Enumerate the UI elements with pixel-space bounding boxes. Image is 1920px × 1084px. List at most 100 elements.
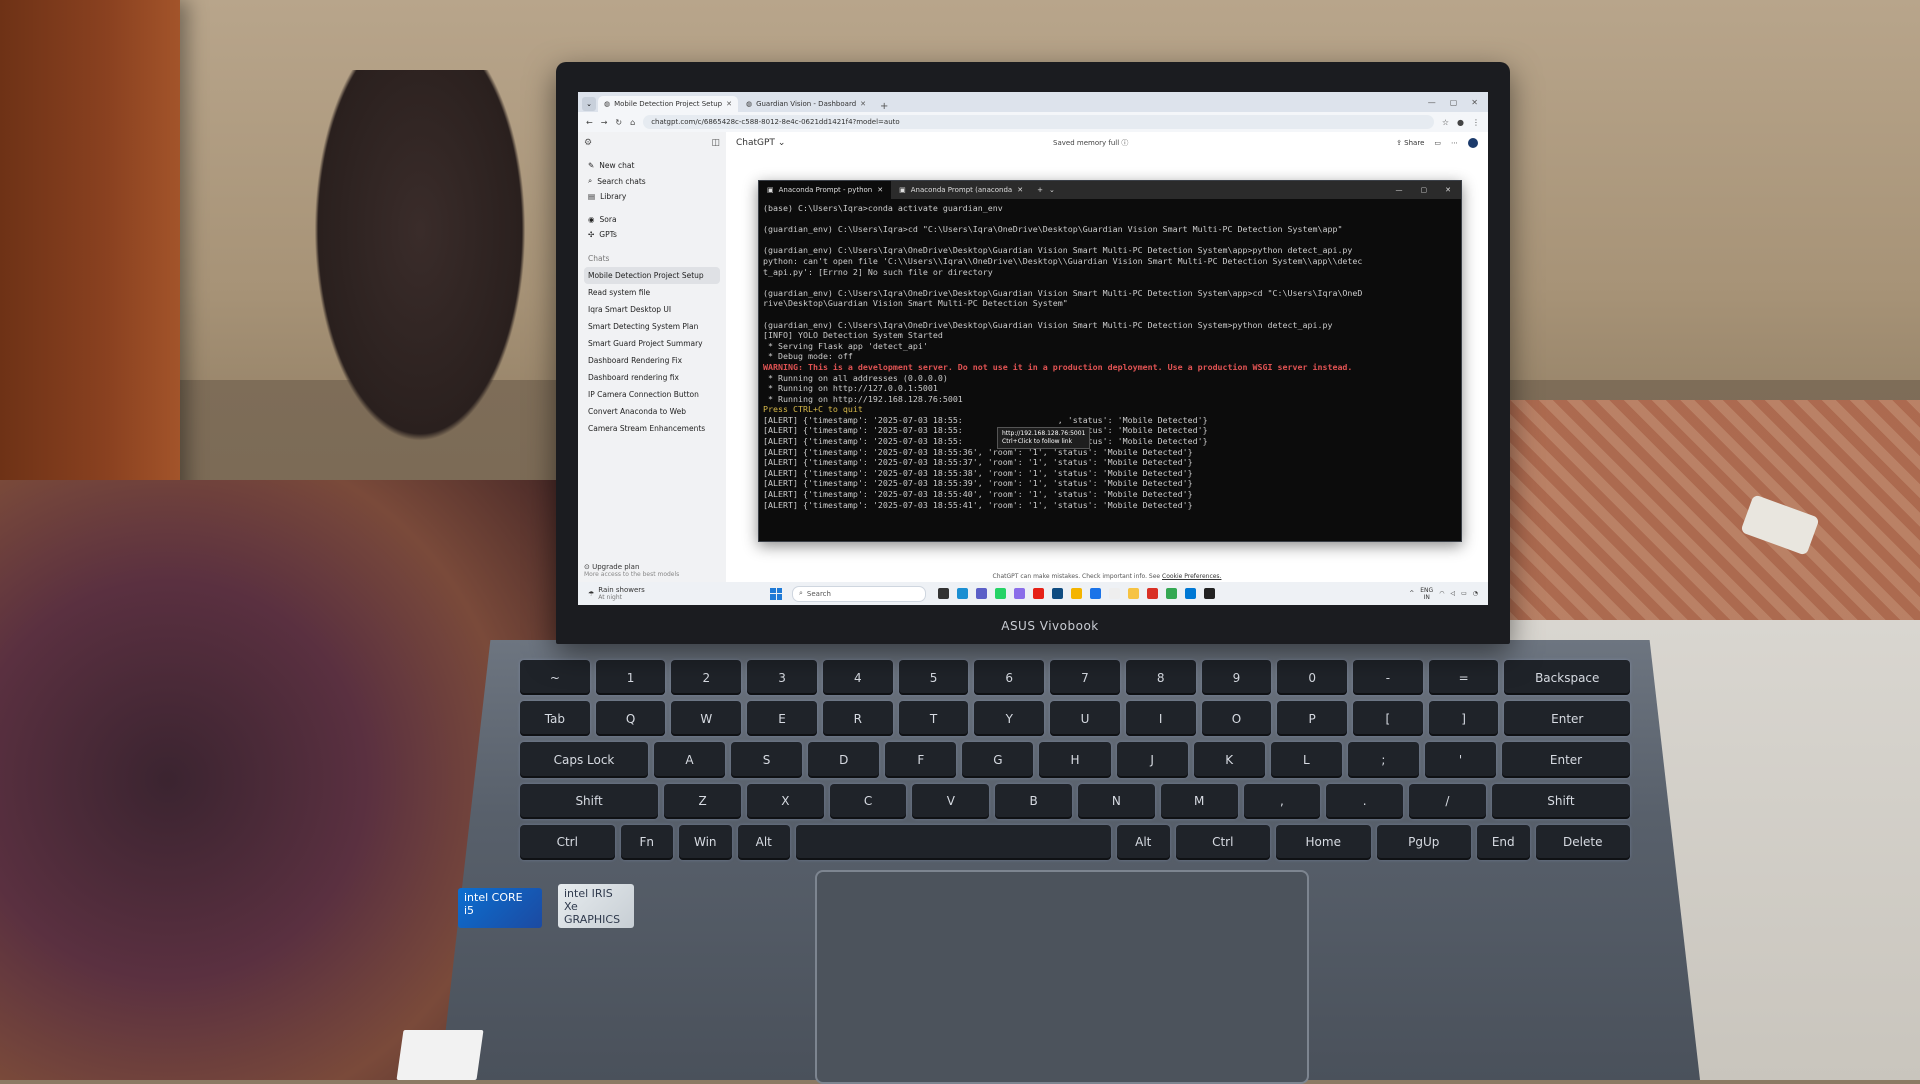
- keyboard-key[interactable]: -: [1353, 660, 1423, 696]
- keyboard-key[interactable]: O: [1201, 701, 1272, 737]
- notification-bell-icon[interactable]: ◔: [1473, 590, 1478, 597]
- file-explorer-icon[interactable]: [1128, 588, 1139, 599]
- keyboard-key[interactable]: J: [1116, 742, 1188, 778]
- keyboard-key[interactable]: 3: [747, 660, 817, 696]
- keyboard-key[interactable]: W: [671, 701, 742, 737]
- keyboard-key[interactable]: PgUp: [1376, 824, 1471, 860]
- youtube-icon[interactable]: [1033, 588, 1044, 599]
- avatar[interactable]: [1468, 138, 1478, 148]
- search-chats-button[interactable]: ⌕ Search chats: [584, 173, 720, 189]
- keyboard-key[interactable]: Win: [679, 824, 732, 860]
- keyboard-key[interactable]: Q: [595, 701, 666, 737]
- tab-search-dropdown-icon[interactable]: ⌄: [582, 97, 596, 111]
- minimize-icon[interactable]: —: [1396, 186, 1403, 194]
- keyboard-key[interactable]: A: [653, 742, 726, 778]
- sidebar-chat-item[interactable]: Iqra Smart Desktop UI: [584, 301, 720, 318]
- edge-icon[interactable]: [957, 588, 968, 599]
- close-window-icon[interactable]: ✕: [1445, 186, 1451, 194]
- upgrade-plan-button[interactable]: ⊙ Upgrade plan More access to the best m…: [584, 563, 679, 578]
- keyboard-key[interactable]: S: [731, 742, 803, 778]
- keyboard-key[interactable]: Enter: [1504, 701, 1630, 737]
- sidebar-chat-item[interactable]: Mobile Detection Project Setup: [584, 267, 720, 284]
- back-icon[interactable]: ←: [586, 118, 593, 127]
- keyboard-key[interactable]: Ctrl: [520, 824, 615, 860]
- battery-icon[interactable]: ▭: [1461, 590, 1467, 597]
- store-icon[interactable]: [1052, 588, 1063, 599]
- openai-logo-icon[interactable]: ⚙: [584, 138, 592, 148]
- app-icon[interactable]: [1109, 588, 1120, 599]
- keyboard-key[interactable]: ,: [1243, 783, 1321, 819]
- wifi-icon[interactable]: ◠: [1439, 590, 1444, 597]
- reload-icon[interactable]: ↻: [615, 118, 622, 127]
- terminal-dropdown-icon[interactable]: ⌄: [1049, 186, 1055, 194]
- keyboard-key[interactable]: L: [1270, 742, 1342, 778]
- chrome-icon[interactable]: [1071, 588, 1082, 599]
- keyboard-key[interactable]: H: [1039, 742, 1111, 778]
- keyboard-key[interactable]: M: [1160, 783, 1238, 819]
- keyboard-key[interactable]: E: [747, 701, 817, 737]
- keyboard-key[interactable]: F: [885, 742, 957, 778]
- terminal-tab-python[interactable]: ▣ Anaconda Prompt - python ✕: [759, 181, 892, 199]
- keyboard-key[interactable]: Ctrl: [1175, 824, 1270, 860]
- keyboard-key[interactable]: End: [1477, 824, 1530, 860]
- keyboard-key[interactable]: N: [1077, 783, 1155, 819]
- keyboard-key[interactable]: P: [1277, 701, 1348, 737]
- toggle-sidebar-icon[interactable]: ◫: [711, 138, 720, 148]
- keyboard-key[interactable]: Y: [974, 701, 1045, 737]
- minimize-icon[interactable]: —: [1428, 98, 1436, 107]
- windows-start-icon[interactable]: [770, 587, 782, 600]
- close-tab-icon[interactable]: ✕: [860, 100, 866, 108]
- keyboard-key[interactable]: /: [1409, 783, 1486, 819]
- chevron-up-icon[interactable]: ^: [1409, 590, 1414, 597]
- taskbar-search[interactable]: ⌕ Search: [792, 585, 926, 602]
- keyboard-key[interactable]: V: [912, 783, 990, 819]
- gpts-button[interactable]: ✣ GPTs: [584, 227, 720, 242]
- keyboard-key[interactable]: Enter: [1502, 742, 1630, 778]
- keyboard-key[interactable]: X: [746, 783, 824, 819]
- keyboard-key[interactable]: Tab: [520, 701, 590, 737]
- keyboard-key[interactable]: 5: [898, 660, 969, 696]
- memory-status[interactable]: Saved memory full ⓘ: [1053, 138, 1128, 148]
- terminal-tab-anaconda[interactable]: ▣ Anaconda Prompt (anaconda ✕: [891, 181, 1031, 199]
- cookie-preferences-link[interactable]: Cookie Preferences.: [1162, 573, 1221, 580]
- touchpad[interactable]: [815, 870, 1309, 1084]
- sidebar-chat-item[interactable]: Dashboard rendering fix: [584, 369, 720, 386]
- tab-guardian-dashboard[interactable]: ◍ Guardian Vision - Dashboard ✕: [740, 96, 872, 112]
- sidebar-chat-item[interactable]: Convert Anaconda to Web: [584, 403, 720, 420]
- speaker-icon[interactable]: ◁: [1450, 590, 1455, 597]
- keyboard-key[interactable]: 9: [1201, 660, 1272, 696]
- keyboard-key[interactable]: =: [1428, 660, 1499, 696]
- home-icon[interactable]: ⌂: [630, 118, 635, 127]
- keyboard-key[interactable]: [796, 824, 1111, 860]
- library-button[interactable]: ▤ Library: [584, 189, 720, 204]
- more-options-icon[interactable]: ⋯: [1451, 139, 1458, 147]
- keyboard-key[interactable]: Alt: [737, 824, 790, 860]
- close-tab-icon[interactable]: ✕: [1017, 186, 1023, 194]
- whatsapp-icon[interactable]: [995, 588, 1006, 599]
- keyboard-key[interactable]: 8: [1125, 660, 1196, 696]
- keyboard-key[interactable]: D: [808, 742, 880, 778]
- keyboard-key[interactable]: 2: [671, 660, 742, 696]
- sidebar-chat-item[interactable]: Smart Guard Project Summary: [584, 335, 720, 352]
- share-button[interactable]: ⇪ Share: [1396, 139, 1424, 147]
- sidebar-chat-item[interactable]: Dashboard Rendering Fix: [584, 352, 720, 369]
- close-tab-icon[interactable]: ✕: [877, 186, 883, 194]
- close-tab-icon[interactable]: ✕: [726, 100, 732, 108]
- keyboard-key[interactable]: ;: [1347, 742, 1419, 778]
- keyboard-key[interactable]: Caps Lock: [520, 742, 648, 778]
- keyboard-key[interactable]: Fn: [620, 824, 673, 860]
- keyboard-key[interactable]: T: [898, 701, 969, 737]
- keyboard-key[interactable]: R: [822, 701, 893, 737]
- keyboard-key[interactable]: K: [1193, 742, 1265, 778]
- keyboard-key[interactable]: B: [995, 783, 1072, 819]
- keyboard-key[interactable]: Backspace: [1504, 660, 1630, 696]
- keyboard-key[interactable]: Home: [1276, 824, 1371, 860]
- keyboard-key[interactable]: 6: [974, 660, 1045, 696]
- keyboard-key[interactable]: 1: [595, 660, 666, 696]
- bookmark-star-icon[interactable]: ☆: [1442, 118, 1449, 127]
- address-bar[interactable]: chatgpt.com/c/6865428c-c588-8012-8e4c-06…: [643, 115, 1434, 129]
- language-indicator[interactable]: ENG IN: [1420, 587, 1433, 601]
- weather-widget[interactable]: ☂ Rain showers At night: [578, 586, 758, 601]
- tab-mobile-detection[interactable]: ◍ Mobile Detection Project Setup ✕: [598, 96, 738, 112]
- keyboard-key[interactable]: Delete: [1535, 824, 1630, 860]
